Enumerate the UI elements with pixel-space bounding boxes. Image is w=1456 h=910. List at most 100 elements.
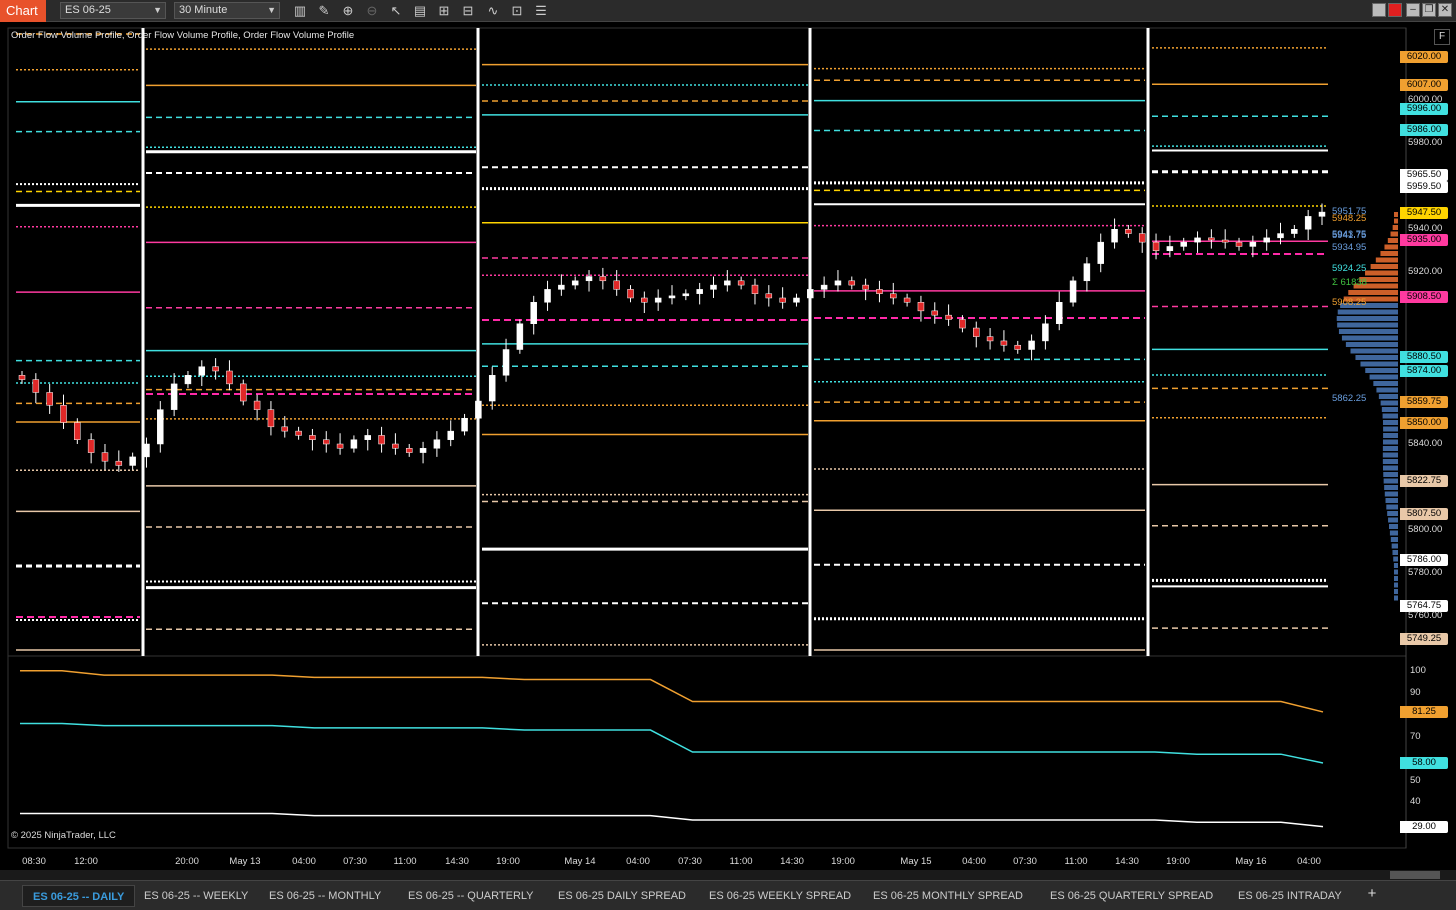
candle-body: [1221, 239, 1229, 243]
volume-profile-bar: [1387, 511, 1398, 516]
chart-toolbar: Chart ES 06-25 ▼ 30 Minute ▼ ▥ ✎ ⊕ ⊖ ↖ ▤…: [0, 0, 1456, 22]
price-axis-tick: 5940.00: [1408, 223, 1443, 235]
candle-body: [157, 409, 164, 445]
volume-profile-bar: [1394, 589, 1398, 594]
templates-icon[interactable]: ⊞: [435, 2, 453, 20]
price-marker-tag: 5874.00: [1400, 364, 1448, 377]
time-axis-tick: 07:30: [343, 856, 367, 867]
candle-body: [1291, 229, 1298, 234]
chevron-down-icon: ▼: [267, 5, 276, 15]
candle-body: [267, 409, 275, 428]
scrollbar-thumb[interactable]: [1390, 871, 1440, 879]
tab-es-06-25-daily[interactable]: ES 06-25 -- DAILY: [22, 885, 136, 907]
drawing-tools-icon[interactable]: ✎: [315, 2, 333, 20]
volume-profile-bar: [1393, 563, 1398, 568]
price-marker-tag: 6020.00: [1400, 51, 1448, 64]
zoom-in-icon[interactable]: ⊕: [339, 2, 357, 20]
price-axis-tick: 5780.00: [1408, 566, 1443, 578]
candle-body: [378, 435, 385, 445]
candle-body: [1042, 323, 1049, 342]
zoom-out-icon[interactable]: ⊖: [363, 2, 381, 20]
price-marker-tag: 5859.75: [1400, 395, 1448, 408]
volume-profile-bar: [1337, 309, 1398, 315]
minimize-icon[interactable]: –: [1406, 3, 1420, 17]
chart-trader-icon[interactable]: ⊟: [459, 2, 477, 20]
time-axis-tick: 19:00: [496, 856, 520, 867]
profile-label: 5862.25: [1332, 393, 1367, 404]
profile-label: 5948.25: [1332, 213, 1367, 224]
tab-es-06-25-monthly-spread[interactable]: ES 06-25 MONTHLY SPREAD: [863, 885, 1033, 907]
tab-es-06-25-monthly[interactable]: ES 06-25 -- MONTHLY: [259, 885, 391, 907]
candle-body: [1055, 302, 1063, 324]
candle-body: [295, 430, 302, 436]
properties-icon[interactable]: ☰: [532, 2, 550, 20]
candle-body: [212, 366, 219, 372]
candle-body: [32, 379, 40, 393]
price-marker-tag: 5959.50: [1400, 181, 1448, 194]
profile-label: 5924.25: [1332, 263, 1367, 274]
candle-body: [558, 284, 565, 290]
candle-body: [973, 327, 980, 337]
volume-profile-bar: [1394, 576, 1398, 581]
interval-selector[interactable]: 30 Minute ▼: [174, 2, 280, 19]
volume-profile-bar: [1338, 329, 1398, 334]
chevron-down-icon: ▼: [153, 5, 162, 15]
instrument-selector[interactable]: ES 06-25 ▼: [60, 2, 166, 19]
indicator-axis-tick: 40: [1410, 796, 1421, 808]
candle-body: [1249, 241, 1257, 247]
bar-type-icon[interactable]: ▥: [291, 2, 309, 20]
window-link-icon[interactable]: [1388, 3, 1402, 17]
window-options-icon[interactable]: [1372, 3, 1386, 17]
tab-es-06-25-quarterly-spread[interactable]: ES 06-25 QUARTERLY SPREAD: [1040, 885, 1223, 907]
candle-body: [1125, 229, 1132, 234]
data-box-icon[interactable]: ▤: [411, 2, 429, 20]
f-button[interactable]: F: [1434, 29, 1450, 45]
price-panel-border: [7, 27, 1407, 657]
price-marker-tag: 5822.75: [1400, 475, 1448, 488]
horizontal-scrollbar[interactable]: [0, 870, 1456, 880]
price-marker-tag: 5908.50: [1400, 290, 1448, 303]
candle-body: [779, 297, 786, 303]
profile-label: Σ 61838: [1332, 277, 1367, 288]
volume-profile-bar: [1380, 251, 1398, 256]
volume-profile-bar: [1394, 569, 1398, 575]
volume-profile-bar: [1383, 426, 1398, 432]
tab-es-06-25-daily-spread[interactable]: ES 06-25 DAILY SPREAD: [548, 885, 696, 907]
time-axis-tick: 11:00: [1064, 856, 1088, 867]
copyright: © 2025 NinjaTrader, LLC: [11, 830, 116, 841]
indicator-line-2: [20, 812, 1324, 828]
candle-body: [682, 293, 690, 297]
volume-profile-bar: [1337, 322, 1398, 328]
candle-body: [1180, 241, 1187, 247]
app-title[interactable]: Chart: [0, 0, 46, 22]
maximize-icon[interactable]: ❐: [1422, 3, 1436, 17]
tab-es-06-25-intraday[interactable]: ES 06-25 INTRADAY: [1228, 885, 1352, 907]
add-tab-button[interactable]: +: [1364, 886, 1380, 902]
candle-body: [613, 280, 620, 290]
volume-profile-bar: [1392, 550, 1398, 555]
pointer-icon[interactable]: ↖: [387, 2, 405, 20]
indicator-line-0: [20, 670, 1324, 713]
candle-body: [60, 405, 67, 423]
candle-body: [1277, 233, 1284, 239]
indicator-axis-tick: 90: [1410, 686, 1421, 698]
time-axis-tick: 04:00: [292, 856, 316, 867]
indicator-axis-tick: 50: [1410, 774, 1421, 786]
candle-body: [475, 400, 482, 419]
tab-es-06-25-quarterly[interactable]: ES 06-25 -- QUARTERLY: [398, 885, 544, 907]
indicators-icon[interactable]: ∿: [484, 2, 502, 20]
tab-es-06-25-weekly-spread[interactable]: ES 06-25 WEEKLY SPREAD: [699, 885, 861, 907]
chart-window: Chart ES 06-25 ▼ 30 Minute ▼ ▥ ✎ ⊕ ⊖ ↖ ▤…: [0, 0, 1456, 910]
candle-body: [516, 323, 524, 350]
volume-profile-bar: [1392, 225, 1398, 230]
tab-es-06-25-weekly[interactable]: ES 06-25 -- WEEKLY: [134, 885, 258, 907]
time-axis-tick: 07:30: [1013, 856, 1037, 867]
close-icon[interactable]: ✕: [1438, 3, 1452, 17]
time-axis-tick: 14:30: [780, 856, 804, 867]
strategies-icon[interactable]: ⊡: [508, 2, 526, 20]
price-chart-panel[interactable]: [0, 22, 1456, 880]
candle-body: [1083, 263, 1091, 282]
price-axis-tick: 6000.00: [1408, 94, 1443, 106]
volume-profile-bar: [1382, 465, 1398, 471]
candle-body: [1028, 340, 1035, 350]
